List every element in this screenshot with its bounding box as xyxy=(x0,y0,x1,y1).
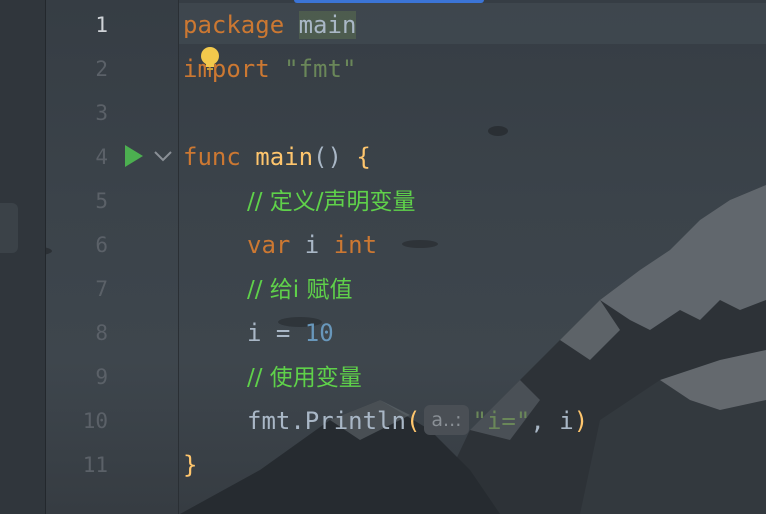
code-token: i xyxy=(304,231,334,259)
line-number: 9 xyxy=(95,365,108,389)
code-token: var xyxy=(247,231,305,259)
code-token: package xyxy=(183,11,299,39)
line-number: 4 xyxy=(95,145,108,169)
code-token: // 使用变量 xyxy=(247,365,362,391)
code-token: main xyxy=(255,143,314,171)
line-number: 5 xyxy=(95,189,108,213)
chevron-down-icon[interactable] xyxy=(152,147,174,165)
code-line[interactable]: func main() { xyxy=(183,135,371,179)
line-number: 3 xyxy=(95,101,108,125)
code-token: 10 xyxy=(304,319,334,347)
code-token: , i xyxy=(530,407,574,435)
code-token: ) xyxy=(573,407,589,435)
tool-window-strip xyxy=(0,0,46,514)
line-number: 1 xyxy=(95,13,108,37)
line-number: 6 xyxy=(95,233,108,257)
code-token: Println xyxy=(304,407,406,435)
code-token: ( xyxy=(405,407,421,435)
code-token: "fmt" xyxy=(284,55,357,83)
code-token: "i=" xyxy=(472,407,531,435)
code-token: // 定义/声明变量 xyxy=(247,189,416,215)
code-token: // 给i 赋值 xyxy=(247,277,353,303)
code-line[interactable]: // 定义/声明变量 xyxy=(247,179,416,224)
line-number: 10 xyxy=(82,409,108,433)
code-token: () xyxy=(313,143,357,171)
code-line[interactable]: fmt.Println(a..: "i=", i) xyxy=(247,399,588,443)
code-token: } xyxy=(183,451,198,479)
run-triangle-icon[interactable] xyxy=(122,143,146,169)
code-line[interactable]: // 使用变量 xyxy=(247,355,362,400)
line-number: 8 xyxy=(95,321,108,345)
code-token: main xyxy=(298,11,357,39)
code-line[interactable]: var i int xyxy=(247,223,377,267)
line-number: 11 xyxy=(82,453,108,477)
line-number: 7 xyxy=(95,277,108,301)
code-token: { xyxy=(356,143,371,171)
lightbulb-icon[interactable] xyxy=(199,46,221,72)
code-token: fmt. xyxy=(247,407,305,435)
line-number: 2 xyxy=(95,57,108,81)
code-line[interactable]: } xyxy=(183,443,197,487)
tool-window-tab[interactable] xyxy=(0,203,18,253)
code-line[interactable]: // 给i 赋值 xyxy=(247,267,353,312)
code-token: i = xyxy=(247,319,305,347)
code-token: int xyxy=(333,231,378,259)
gutter-separator xyxy=(178,0,179,514)
code-line[interactable]: i = 10 xyxy=(247,311,334,355)
code-token: func xyxy=(183,143,256,171)
parameter-hint: a..: xyxy=(424,405,469,435)
code-line[interactable]: package main xyxy=(183,3,357,47)
